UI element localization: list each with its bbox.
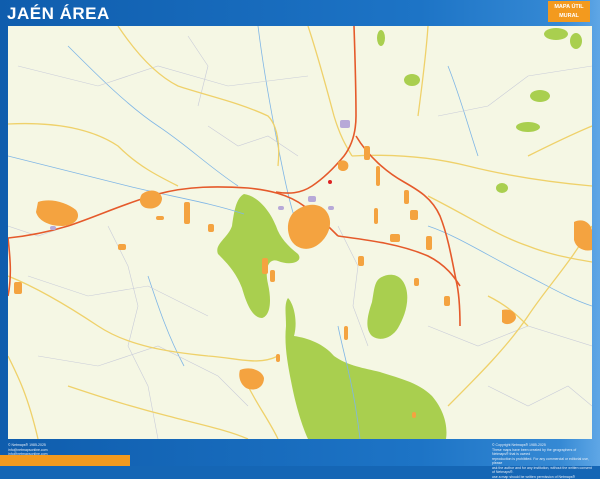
- park-ne-4: [544, 28, 568, 40]
- badge-line-1: MAPA ÚTIL: [548, 3, 590, 12]
- footer-right-line: ask the author and for any institution, …: [492, 466, 592, 475]
- badge-line-2: MURAL: [548, 12, 590, 21]
- footer-credits-right: © Copyright Netmaps® 1985-2025 These map…: [492, 443, 592, 479]
- city-center-marker: [328, 180, 332, 184]
- park-e-2: [570, 33, 582, 49]
- map-canvas: [8, 26, 592, 439]
- footer-right-line: These maps have been created by the geog…: [492, 448, 592, 457]
- park-e-1: [496, 183, 508, 193]
- footer-right-line: reproduction is prohibited. For any comm…: [492, 457, 592, 466]
- footer-right-line: use a map should be written permission o…: [492, 475, 592, 479]
- footer-accent-bar: [0, 455, 130, 466]
- park-ne-3: [516, 122, 540, 132]
- brand-badge: MAPA ÚTIL MURAL: [548, 1, 590, 22]
- park-ne-1: [404, 74, 420, 86]
- town-north: [338, 160, 348, 171]
- park-ne-5: [377, 30, 385, 46]
- map-title: JAÉN ÁREA: [7, 4, 110, 24]
- park-ne-2: [530, 90, 550, 102]
- map-area[interactable]: [8, 26, 592, 439]
